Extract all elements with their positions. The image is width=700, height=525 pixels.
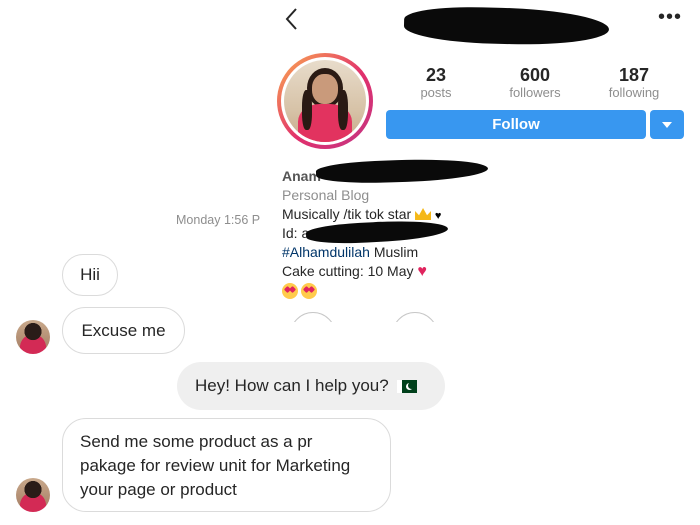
message-timestamp: Monday 1:56 P: [176, 213, 261, 227]
message-text-line: your page or product: [80, 480, 237, 499]
bio-line-4: Cake cutting: 10 May ♥: [282, 263, 427, 280]
posts-count: 23: [425, 65, 447, 85]
black-heart-emoji: ♥: [434, 210, 442, 222]
chevron-down-icon: [662, 121, 672, 128]
message-text: Hii: [80, 265, 100, 284]
sender-avatar[interactable]: [16, 478, 50, 512]
hashtag-link[interactable]: #Alhamdulilah: [282, 244, 370, 260]
message-text-line: Send me some product as a pr: [80, 432, 313, 451]
suggested-accounts-button[interactable]: [650, 110, 684, 139]
followers-count[interactable]: 600: [490, 65, 580, 86]
bio-line-1: Musically /tik tok star ♥: [282, 206, 442, 222]
bio-line-3: #Alhamdulilah Muslim: [282, 244, 419, 260]
back-arrow-icon[interactable]: [282, 6, 304, 32]
profile-picture[interactable]: [284, 60, 366, 142]
posts-label: posts: [420, 85, 452, 100]
more-options-icon[interactable]: •••: [658, 7, 682, 27]
message-bubble-received[interactable]: Hii: [62, 254, 118, 296]
followers-label[interactable]: followers: [490, 85, 580, 100]
message-bubble-received[interactable]: Send me some product as a pr pakage for …: [62, 418, 391, 512]
follow-button[interactable]: Follow: [386, 110, 646, 139]
message-bubble-sent[interactable]: Hey! How can I help you?: [177, 362, 445, 410]
story-highlight[interactable]: [392, 312, 438, 322]
following-label[interactable]: following: [589, 85, 679, 100]
message-text: Excuse me: [81, 320, 166, 340]
profile-category: Personal Blog: [282, 187, 370, 203]
message-text-line: pakage for review unit for Marketing: [80, 456, 351, 475]
sender-avatar[interactable]: [16, 320, 50, 354]
message-bubble-received[interactable]: Excuse me: [62, 307, 185, 354]
bio-emoji-line: [282, 283, 320, 299]
crown-emoji: [415, 208, 432, 220]
heart-eyes-emoji: [282, 283, 298, 299]
heart-eyes-emoji: [301, 283, 317, 299]
story-highlight[interactable]: [290, 312, 336, 322]
red-heart-emoji: ♥: [417, 263, 427, 280]
following-count[interactable]: 187: [589, 65, 679, 86]
pakistan-flag-emoji: [396, 379, 417, 393]
message-text: Hey! How can I help you?: [195, 376, 389, 395]
